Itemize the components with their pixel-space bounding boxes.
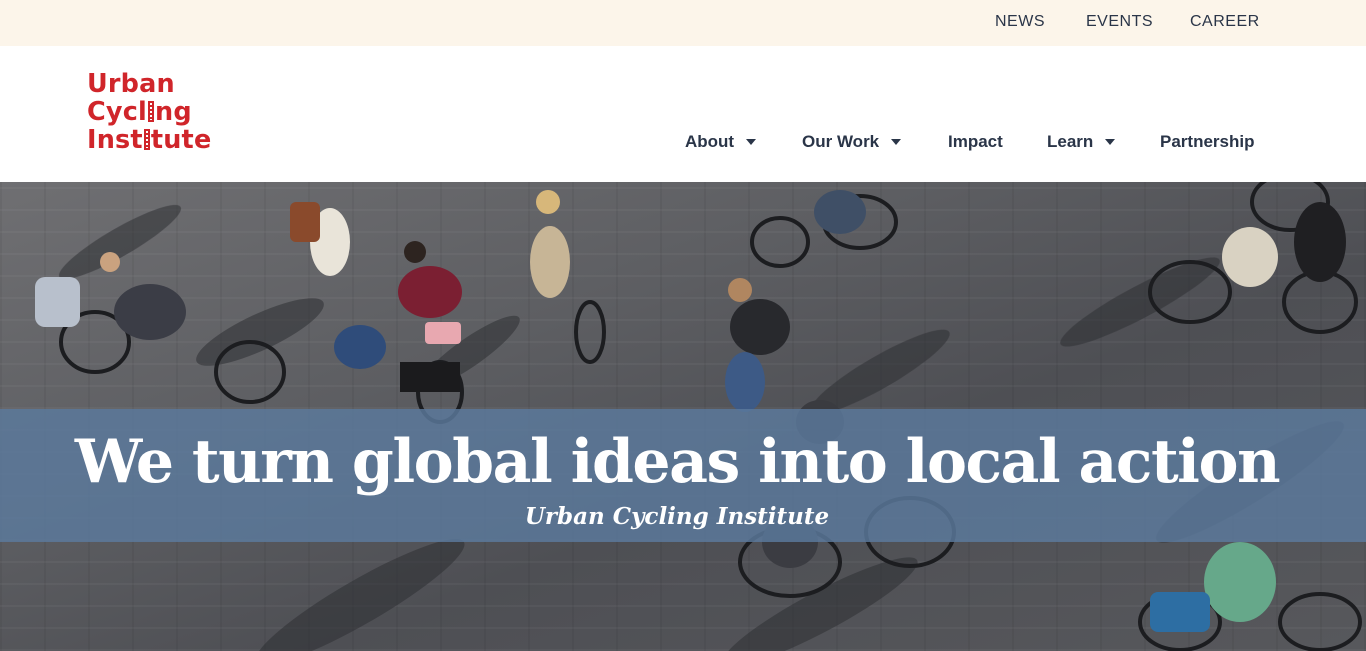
- utility-link-news[interactable]: NEWS: [995, 13, 1045, 31]
- hero-title: We turn global ideas into local action: [74, 427, 1281, 497]
- logo-line-2: Cycl ng: [87, 98, 247, 126]
- main-nav: About Our Work Impact Learn Partnership: [0, 130, 1366, 154]
- nav-item-our-work[interactable]: Our Work: [802, 130, 902, 154]
- nav-label-impact: Impact: [948, 132, 1003, 151]
- logo-line-1: Urban: [87, 69, 175, 99]
- nav-label-partnership: Partnership: [1160, 132, 1255, 151]
- chevron-down-icon: [891, 139, 902, 145]
- hero-subtitle: Urban Cycling Institute: [524, 503, 830, 530]
- logo-i-mark-icon: [148, 101, 154, 122]
- logo-text-cycl: Cycl: [87, 97, 147, 127]
- chevron-down-icon: [1105, 139, 1116, 145]
- hero-section: We turn global ideas into local action U…: [0, 182, 1366, 651]
- logo-text-ng: ng: [155, 97, 192, 127]
- nav-item-partnership[interactable]: Partnership: [1160, 130, 1254, 154]
- nav-item-impact[interactable]: Impact: [948, 130, 1003, 154]
- utility-bar: NEWS EVENTS CAREER: [0, 0, 1366, 46]
- chevron-down-icon: [746, 139, 757, 145]
- nav-label-learn: Learn: [1047, 132, 1094, 151]
- utility-link-career[interactable]: CAREER: [1190, 13, 1260, 31]
- nav-item-learn[interactable]: Learn: [1047, 130, 1116, 154]
- main-header: Urban Cycl ng Inst tute About Our Work Imp…: [0, 46, 1366, 182]
- nav-label-about: About: [685, 132, 735, 151]
- nav-label-our-work: Our Work: [802, 132, 880, 151]
- nav-item-about[interactable]: About: [685, 130, 757, 154]
- utility-link-events[interactable]: EVENTS: [1086, 13, 1153, 31]
